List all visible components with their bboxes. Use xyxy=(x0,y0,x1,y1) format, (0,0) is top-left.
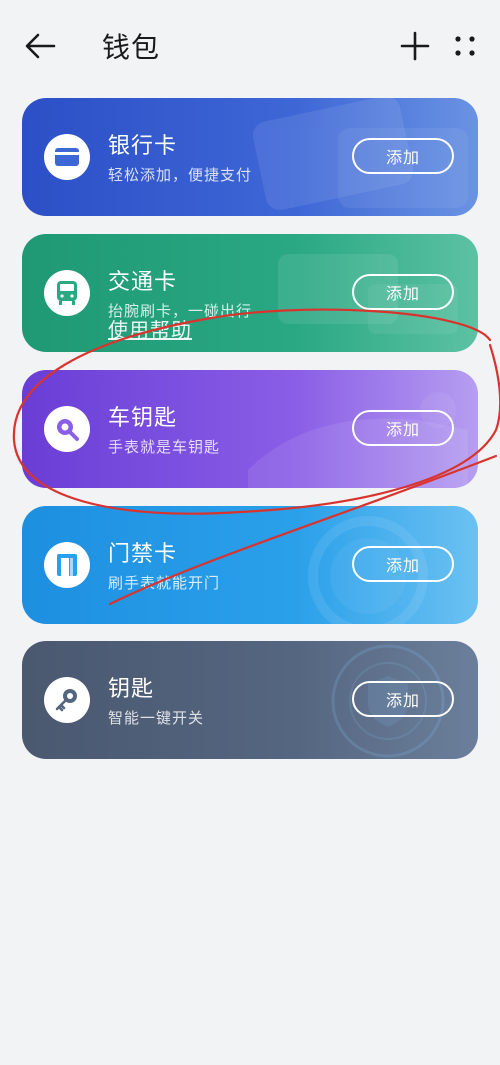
card-door-access[interactable]: 门禁卡 刷手表就能开门 添加 xyxy=(22,506,478,624)
bus-icon-wrap xyxy=(44,270,90,316)
page-title: 钱包 xyxy=(102,31,161,64)
card-car-key[interactable]: 车钥匙 手表就是车钥匙 添加 xyxy=(22,370,478,488)
door-icon-wrap xyxy=(44,542,90,588)
car-key-icon xyxy=(57,419,79,441)
key-icon-wrap xyxy=(44,677,90,723)
door-icon xyxy=(57,554,77,576)
add-bank-card-button[interactable]: 添加 xyxy=(352,138,454,174)
more-button[interactable] xyxy=(446,27,484,65)
plus-icon xyxy=(400,31,430,61)
arrow-left-icon xyxy=(25,33,56,59)
card-title: 车钥匙 xyxy=(108,406,178,431)
bus-icon xyxy=(57,281,77,305)
back-button[interactable] xyxy=(22,28,58,64)
card-subtitle: 手表就是车钥匙 xyxy=(108,438,221,456)
add-transit-card-button[interactable]: 添加 xyxy=(352,274,454,310)
wallet-page: 钱包 银行卡 轻松添加，便捷支付 添加 交通卡 抬腕刷卡，一碰出行 使用帮助 添… xyxy=(0,0,500,1065)
card-subtitle: 刷手表就能开门 xyxy=(108,574,221,592)
card-subtitle: 智能一键开关 xyxy=(108,709,205,727)
car-key-icon-wrap xyxy=(44,406,90,452)
card-subtitle: 轻松添加，便捷支付 xyxy=(108,166,253,184)
card-key[interactable]: 钥匙 智能一键开关 添加 xyxy=(22,641,478,759)
card-title: 交通卡 xyxy=(108,270,178,295)
add-car-key-button[interactable]: 添加 xyxy=(352,410,454,446)
card-transit[interactable]: 交通卡 抬腕刷卡，一碰出行 使用帮助 添加 xyxy=(22,234,478,352)
card-icon-wrap xyxy=(44,134,90,180)
help-link[interactable]: 使用帮助 xyxy=(108,314,192,343)
card-title: 钥匙 xyxy=(108,677,155,702)
more-dots-icon xyxy=(455,36,475,56)
card-title: 门禁卡 xyxy=(108,542,178,567)
add-key-button[interactable]: 添加 xyxy=(352,681,454,717)
card-icon xyxy=(55,148,79,166)
header: 钱包 xyxy=(0,0,500,90)
key-icon xyxy=(55,689,77,712)
card-title: 银行卡 xyxy=(108,134,178,159)
add-button[interactable] xyxy=(396,27,434,65)
add-door-card-button[interactable]: 添加 xyxy=(352,546,454,582)
card-bank[interactable]: 银行卡 轻松添加，便捷支付 添加 xyxy=(22,98,478,216)
